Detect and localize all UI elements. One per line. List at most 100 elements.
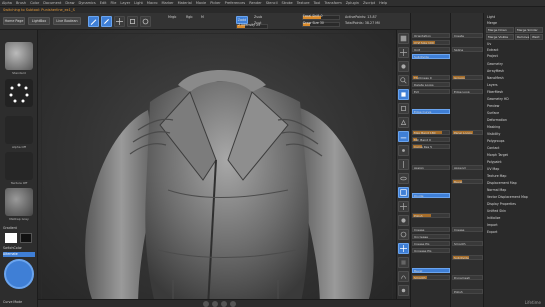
menu-item[interactable]: Vector Displacement Map [487, 195, 528, 199]
persp-button[interactable] [398, 117, 409, 128]
panel-row[interactable]: Orientation [412, 33, 450, 38]
menu-draw[interactable]: Draw [65, 1, 74, 5]
panel2-row[interactable]: Append [452, 165, 483, 170]
panel-row[interactable]: Divide [412, 193, 450, 198]
menu-edit[interactable]: Edit [100, 1, 107, 5]
scroll-button[interactable] [398, 61, 409, 72]
panel2-row[interactable]: Panel Loops [452, 130, 483, 135]
timeline-dot-icon[interactable] [230, 301, 236, 307]
panel-row[interactable]: Unit [412, 47, 450, 52]
menu-help[interactable]: Help [379, 1, 387, 5]
panel2-row[interactable]: Subdivide [452, 255, 483, 260]
menu-stencil[interactable]: Stencil [266, 1, 278, 5]
home-page-button[interactable]: Home Page [3, 17, 25, 25]
menu-macro[interactable]: Macro [147, 1, 158, 5]
actual-button[interactable] [398, 89, 409, 100]
spix-button[interactable] [398, 47, 409, 58]
panel2-row[interactable]: Dynamesh [452, 275, 483, 280]
timeline-dot-icon[interactable] [203, 301, 209, 307]
menu-extract[interactable]: Extract [487, 48, 498, 52]
alpha-thumbnail[interactable] [5, 116, 33, 144]
matcap-thumbnail[interactable] [5, 188, 33, 216]
panel-row[interactable]: XYZ Size 100 [412, 40, 450, 45]
color-picker-wheel[interactable] [4, 259, 34, 289]
panel-row[interactable]: Edge Curve [412, 109, 450, 114]
lightbox-button[interactable]: LightBox [28, 17, 50, 25]
menu-item[interactable]: UV Map [487, 167, 499, 171]
menu-item[interactable]: Export [487, 230, 497, 234]
panel2-row[interactable]: Polish [452, 289, 483, 294]
gyro-button[interactable] [398, 173, 409, 184]
menu-item[interactable]: Initialize [487, 216, 500, 220]
panel-row[interactable]: Smooth [412, 275, 450, 280]
frame-button[interactable] [398, 187, 409, 198]
panel2-row[interactable]: Bevel [452, 179, 483, 184]
panel-row[interactable]: Crease PG [412, 241, 450, 246]
curve-mode-label[interactable]: Curve Mode [3, 300, 22, 304]
panel-row[interactable]: Assign [412, 165, 450, 170]
panel2-row[interactable]: Smooth [452, 241, 483, 246]
menu-item[interactable]: Geometry HD [487, 97, 509, 101]
mrgb-toggle[interactable]: Mrgb [168, 15, 176, 19]
menu-item[interactable]: Polypaint [487, 160, 502, 164]
menu-texture[interactable]: Texture [297, 1, 310, 5]
zoom-button[interactable] [398, 75, 409, 86]
menu-item[interactable]: Geometry [487, 62, 503, 66]
lsym-button[interactable] [398, 159, 409, 170]
menu-layer[interactable]: Layer [120, 1, 130, 5]
bpr-button[interactable] [398, 33, 409, 44]
local-button[interactable] [398, 145, 409, 156]
menu-preferences[interactable]: Preferences [225, 1, 246, 5]
menu-stroke[interactable]: Stroke [282, 1, 293, 5]
standard-brush-thumbnail[interactable] [5, 42, 33, 70]
menu-merge[interactable]: Merge [487, 21, 497, 25]
move-view-button[interactable] [398, 201, 409, 212]
menu-item[interactable]: Texture Map [487, 174, 506, 178]
menu-material[interactable]: Material [178, 1, 192, 5]
m-toggle[interactable]: M [201, 15, 204, 19]
rotate-button[interactable] [140, 16, 151, 27]
panel-row[interactable]: Thickness 0 [412, 75, 450, 80]
menu-item[interactable]: Unified Skin [487, 209, 506, 213]
panel2-row[interactable]: Spline [452, 47, 483, 52]
panel2-row[interactable]: Crease [452, 227, 483, 232]
menu-item[interactable]: Masking [487, 125, 500, 129]
panel-row[interactable]: Crease [412, 227, 450, 232]
switch-color-label[interactable]: SwitchColor [3, 246, 22, 250]
panel2-row[interactable]: Edge Loop [452, 89, 483, 94]
menu-item[interactable]: ArrayMesh [487, 69, 504, 73]
menu-light[interactable]: Light [487, 15, 495, 19]
draw-button[interactable] [101, 16, 112, 27]
menu-zscript[interactable]: Zscript [363, 1, 375, 5]
menu-item[interactable]: Morph Target [487, 153, 508, 157]
menu-movie[interactable]: Movie [196, 1, 206, 5]
main-color-swatch[interactable] [5, 233, 17, 243]
menu-item[interactable]: FiberMesh [487, 90, 503, 94]
solo-button[interactable] [398, 285, 409, 296]
menu-item[interactable]: NanoMesh [487, 76, 504, 80]
zoom3d-button[interactable] [398, 215, 409, 226]
menu-tool[interactable]: Tool [314, 1, 321, 5]
menu-item[interactable]: Displacement Map [487, 181, 517, 185]
secondary-color-swatch[interactable] [20, 233, 32, 243]
panel-row[interactable]: Unrease PG [412, 248, 450, 253]
floor-button[interactable] [398, 131, 409, 142]
panel2-row[interactable]: Create [452, 33, 483, 38]
panel2-row[interactable]: Groups [452, 75, 483, 80]
panel-row[interactable]: Min Bend 0 [412, 137, 450, 142]
transp-button[interactable] [398, 257, 409, 268]
menu-item[interactable]: Normal Map [487, 188, 506, 192]
texture-thumbnail[interactable] [5, 152, 33, 180]
merge-down-button[interactable]: Merge Down [486, 27, 514, 33]
scale-button[interactable] [127, 16, 138, 27]
menu-item[interactable]: Display Properties [487, 202, 516, 206]
menu-dynamics[interactable]: Dynamics [79, 1, 96, 5]
timeline-dot-icon[interactable] [212, 301, 218, 307]
menu-color[interactable]: Color [30, 1, 39, 5]
timeline-dot-icon[interactable] [221, 301, 227, 307]
menu-item[interactable]: Deformation [487, 118, 507, 122]
remove-button[interactable]: Remove [515, 34, 529, 40]
panel-row[interactable]: Curve Res 5 [412, 144, 450, 149]
menu-item[interactable]: Layers [487, 83, 498, 87]
panel-row[interactable]: Polish [412, 213, 450, 218]
